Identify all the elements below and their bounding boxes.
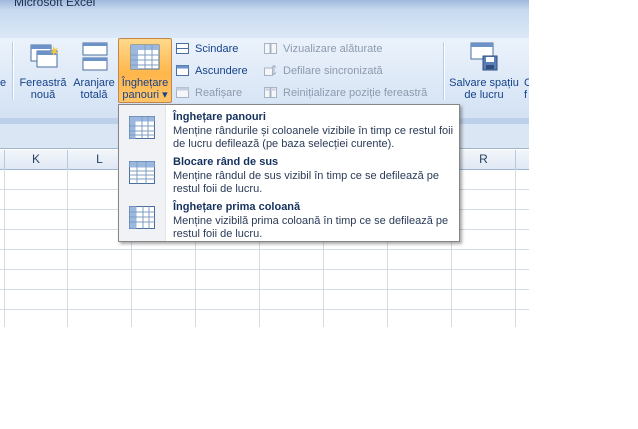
hide-label: Ascundere [195, 65, 248, 77]
arrange-all-icon [82, 42, 108, 71]
reset-window-position-label: Reinițializare poziție fereastră [283, 87, 428, 99]
freeze-first-column-icon [129, 206, 155, 229]
save-workspace-button[interactable]: Salvare spațiu de lucru [446, 38, 522, 102]
grid-line [4, 169, 5, 327]
group-separator [443, 42, 445, 100]
cut-off-label-right-2: f [524, 89, 528, 101]
cut-off-label-left: e [0, 77, 7, 89]
column-header[interactable] [516, 150, 529, 169]
menu-item-title: Înghețare panouri [173, 111, 266, 123]
column-header-k[interactable]: K [5, 150, 68, 169]
excel-window: Microsoft Excel e Fereastră nouă Aranjar… [0, 0, 529, 327]
freeze-panes-button[interactable]: Înghețare panouri ▾ [118, 38, 172, 103]
menu-item-description: Menține rândul de sus vizibil în timp ce… [173, 170, 439, 195]
split-icon [176, 43, 189, 54]
split-label: Scindare [195, 43, 239, 55]
cut-off-label-right-1: C [524, 77, 529, 89]
new-window-icon [30, 44, 58, 68]
view-side-by-side-label: Vizualizare alăturate [283, 43, 383, 55]
unhide-label: Reafișare [195, 87, 243, 99]
menu-item-description: Menține rândurile și coloanele vizibile … [173, 125, 454, 150]
freeze-panes-icon [130, 44, 160, 70]
grid-line [0, 249, 529, 250]
save-workspace-icon [470, 42, 498, 71]
column-header-r[interactable]: R [452, 150, 516, 169]
grid-line [0, 309, 529, 310]
save-workspace-label: Salvare spațiu de lucru [449, 77, 519, 101]
menu-item-freeze-first-column[interactable]: Înghețare prima coloană Menține vizibilă… [119, 197, 459, 241]
menu-item-title: Blocare rând de sus [173, 156, 279, 168]
freeze-panes-icon [129, 116, 155, 139]
grid-line [67, 169, 68, 327]
title-bar: Microsoft Excel [0, 0, 529, 10]
freeze-panes-label: Înghețare panouri ▾ [121, 77, 169, 101]
reset-position-icon [264, 87, 277, 98]
side-by-side-icon [264, 43, 277, 54]
synchronous-scrolling-label: Defilare sincronizată [283, 65, 383, 77]
grid-line [0, 289, 529, 290]
arrange-all-label: Aranjare totală [73, 77, 115, 101]
freeze-panes-menu: Înghețare panouri Menține rândurile și c… [118, 104, 460, 242]
freeze-top-row-icon [129, 161, 155, 184]
cut-off-button-left[interactable]: e [0, 38, 8, 102]
sync-scroll-icon [264, 65, 277, 76]
menu-item-freeze-top-row[interactable]: Blocare rând de sus Menține rândul de su… [119, 152, 459, 196]
menu-item-description: Menține vizibilă prima coloană în timp c… [173, 215, 449, 240]
grid-line [0, 269, 529, 270]
unhide-window-icon [176, 87, 189, 98]
menu-item-freeze-panes[interactable]: Înghețare panouri Menține rândurile și c… [119, 107, 459, 151]
new-window-button[interactable]: Fereastră nouă [17, 38, 69, 102]
arrange-all-button[interactable]: Aranjare totală [70, 38, 118, 102]
cut-off-button-right[interactable]: C f [524, 38, 529, 102]
menu-item-title: Înghețare prima coloană [173, 201, 301, 213]
new-window-label: Fereastră nouă [19, 77, 67, 101]
grid-line [515, 169, 516, 327]
window-title: Microsoft Excel [14, 0, 96, 9]
ribbon-tab-strip [0, 10, 529, 38]
hide-window-icon [176, 65, 189, 76]
group-separator [12, 42, 14, 100]
